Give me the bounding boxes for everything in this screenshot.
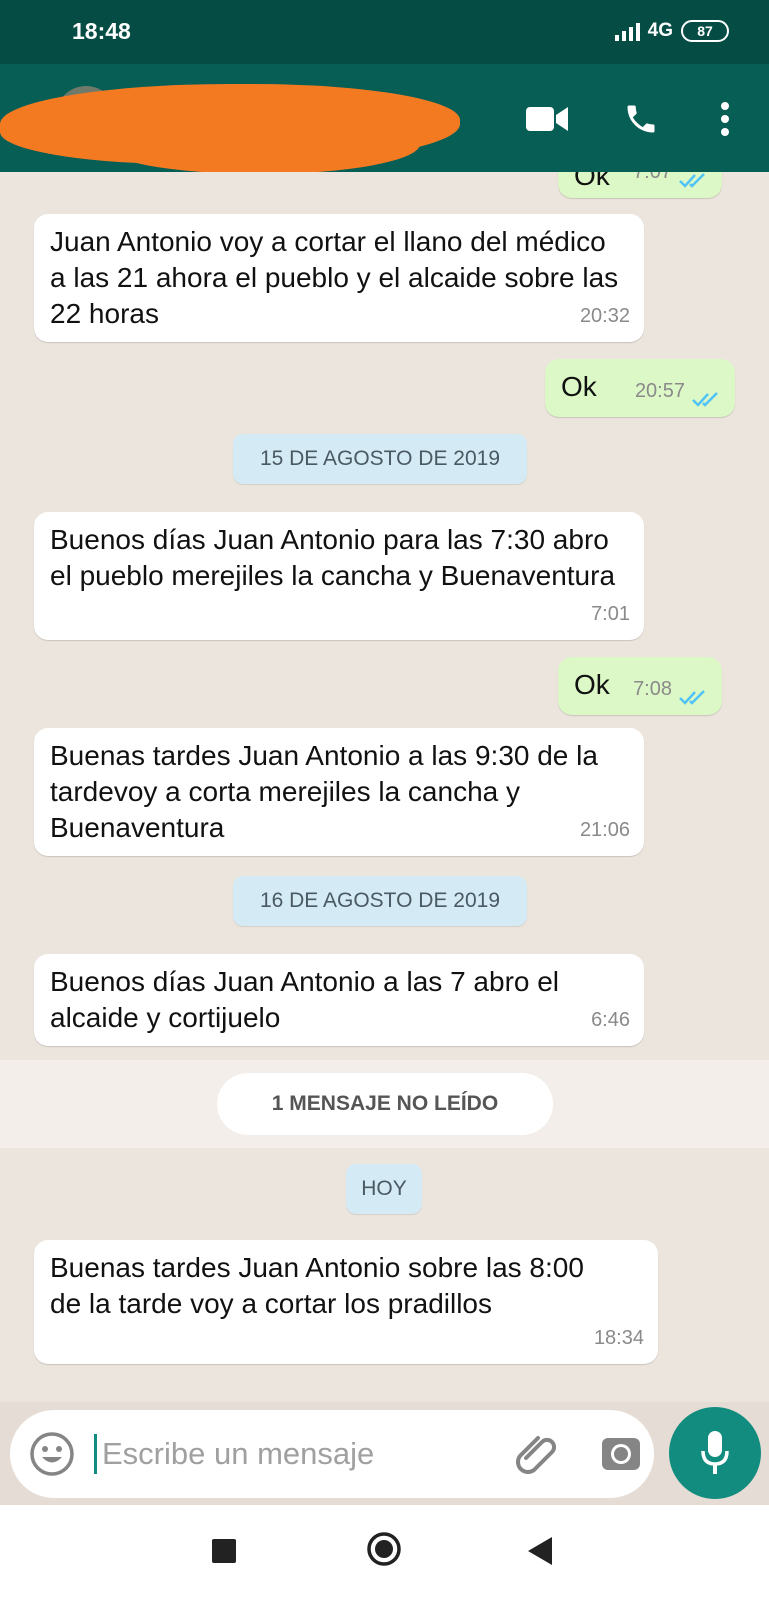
video-call-icon[interactable]: [522, 94, 572, 144]
read-receipt-icon: [692, 392, 718, 407]
system-navigation-bar: [0, 1505, 769, 1600]
text-caret: [94, 1434, 97, 1474]
home-icon[interactable]: [366, 1531, 402, 1567]
back-icon[interactable]: [528, 1537, 552, 1565]
message-text: Buenas tardes Juan Antonio a las 9:30 de…: [50, 740, 606, 843]
message-time: 7:07: [633, 172, 672, 183]
date-divider: 16 DE AGOSTO DE 2019: [233, 876, 527, 926]
message-bubble-incoming[interactable]: Buenos días Juan Antonio para las 7:30 a…: [34, 512, 644, 640]
recent-apps-icon[interactable]: [212, 1539, 236, 1563]
message-bubble-outgoing[interactable]: Ok 7:07: [558, 172, 722, 198]
date-label: HOY: [361, 1177, 407, 1200]
message-time: 7:08: [633, 678, 672, 700]
date-divider: 15 DE AGOSTO DE 2019: [233, 434, 527, 484]
chat-area[interactable]: Ok 7:07 Juan Antonio voy a cortar el lla…: [0, 172, 769, 1402]
date-label: 16 DE AGOSTO DE 2019: [259, 889, 501, 912]
signal-strength-icon: [614, 21, 640, 41]
status-bar: 18:48 4G 87: [0, 0, 769, 64]
unread-label: 1 MENSAJE NO LEÍDO: [271, 1092, 499, 1115]
message-time: 6:46: [591, 1009, 630, 1031]
message-time: 18:34: [593, 1327, 644, 1349]
status-indicators: 4G 87: [614, 20, 729, 42]
microphone-icon: [701, 1431, 729, 1474]
message-text: Buenos días Juan Antonio para las 7:30 a…: [50, 524, 617, 591]
attach-icon[interactable]: [512, 1428, 562, 1478]
message-time: 20:32: [579, 305, 630, 327]
message-text: Juan Antonio voy a cortar el llano del m…: [50, 226, 626, 329]
unread-divider: 1 MENSAJE NO LEÍDO: [0, 1060, 769, 1148]
camera-icon[interactable]: [600, 1432, 642, 1474]
message-time: 21:06: [579, 819, 630, 841]
message-input[interactable]: [102, 1432, 402, 1476]
read-receipt-icon: [679, 690, 705, 705]
network-type: 4G: [647, 20, 673, 41]
unread-count-chip: 1 MENSAJE NO LEÍDO: [217, 1073, 553, 1135]
message-time: 7:01: [591, 603, 630, 625]
message-bubble-incoming[interactable]: Buenos días Juan Antonio a las 7 abro el…: [34, 954, 644, 1046]
message-text: Buenas tardes Juan Antonio sobre las 8:0…: [50, 1252, 616, 1319]
message-composer: [10, 1410, 654, 1498]
emoji-icon[interactable]: [28, 1430, 76, 1478]
status-time: 18:48: [72, 18, 131, 44]
redaction-overlay-2: [100, 114, 420, 172]
message-bubble-incoming[interactable]: Buenas tardes Juan Antonio a las 9:30 de…: [34, 728, 644, 856]
more-options-icon[interactable]: [700, 94, 750, 144]
message-bubble-incoming[interactable]: Juan Antonio voy a cortar el llano del m…: [34, 214, 644, 342]
message-time: 20:57: [634, 380, 685, 402]
battery-icon: 87: [681, 20, 729, 42]
battery-level: 87: [697, 23, 713, 39]
message-text: Buenos días Juan Antonio a las 7 abro el…: [50, 966, 567, 1033]
voice-message-button[interactable]: [669, 1407, 761, 1499]
date-divider: HOY: [346, 1164, 422, 1214]
message-bubble-incoming[interactable]: Buenas tardes Juan Antonio sobre las 8:0…: [34, 1240, 658, 1364]
read-receipt-icon: [679, 173, 705, 188]
message-bubble-outgoing[interactable]: Ok 7:08: [558, 657, 722, 715]
date-label: 15 DE AGOSTO DE 2019: [259, 447, 501, 470]
chat-header: é...: [0, 64, 769, 172]
voice-call-icon[interactable]: [616, 94, 666, 144]
message-bubble-outgoing[interactable]: Ok 20:57: [545, 359, 735, 417]
